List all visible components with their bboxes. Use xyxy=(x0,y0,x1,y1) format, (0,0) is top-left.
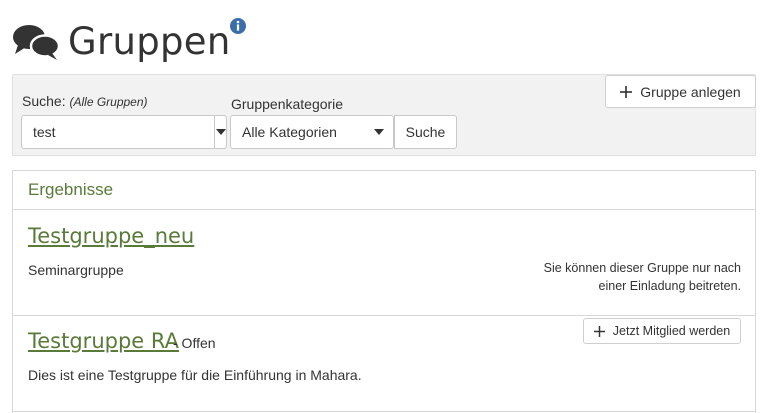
category-selected-value: Alle Kategorien xyxy=(242,124,337,140)
search-scope-hint: (Alle Gruppen) xyxy=(69,95,148,109)
group-description: Dies ist eine Testgruppe für die Einführ… xyxy=(28,367,362,383)
page-header: Gruppen xyxy=(12,14,231,68)
page-title: Gruppen xyxy=(68,19,231,63)
list-item: Testgruppe_neu Seminargruppe Sie können … xyxy=(13,210,755,316)
group-join-note: Sie können dieser Gruppe nur nach einer … xyxy=(543,261,741,293)
search-scope-dropdown[interactable] xyxy=(214,116,226,148)
plus-icon xyxy=(593,325,605,337)
create-group-label: Gruppe anlegen xyxy=(640,83,741,100)
search-panel: Suche: (Alle Gruppen) Gruppenkategorie A… xyxy=(12,74,756,156)
category-dropdown-caret[interactable] xyxy=(365,116,393,148)
list-item: Testgruppe RA - Offen Jetzt Mitglied wer… xyxy=(13,316,755,412)
search-label-text: Suche: xyxy=(22,93,66,109)
group-title-link[interactable]: Testgruppe_neu xyxy=(28,224,194,248)
group-title-link[interactable]: Testgruppe RA xyxy=(28,329,179,353)
caret-down-icon xyxy=(215,129,226,135)
create-group-button[interactable]: Gruppe anlegen xyxy=(605,75,756,108)
category-label: Gruppenkategorie xyxy=(231,96,344,112)
caret-down-icon xyxy=(374,129,384,135)
join-group-button[interactable]: Jetzt Mitglied werden xyxy=(583,318,741,344)
group-status: - Offen xyxy=(173,335,216,351)
search-input[interactable] xyxy=(22,116,214,148)
join-group-label: Jetzt Mitglied werden xyxy=(612,324,731,338)
chat-bubbles-icon xyxy=(12,21,62,61)
results-panel: Ergebnisse Testgruppe_neu Seminargruppe … xyxy=(12,170,756,413)
search-button[interactable]: Suche xyxy=(394,115,457,149)
info-icon[interactable] xyxy=(229,17,247,35)
group-description: Seminargruppe xyxy=(28,262,124,278)
category-select[interactable]: Alle Kategorien xyxy=(230,115,394,149)
plus-icon xyxy=(620,85,633,98)
search-combobox[interactable] xyxy=(21,115,227,149)
search-label: Suche: (Alle Gruppen) xyxy=(22,93,148,109)
results-heading: Ergebnisse xyxy=(13,171,755,210)
